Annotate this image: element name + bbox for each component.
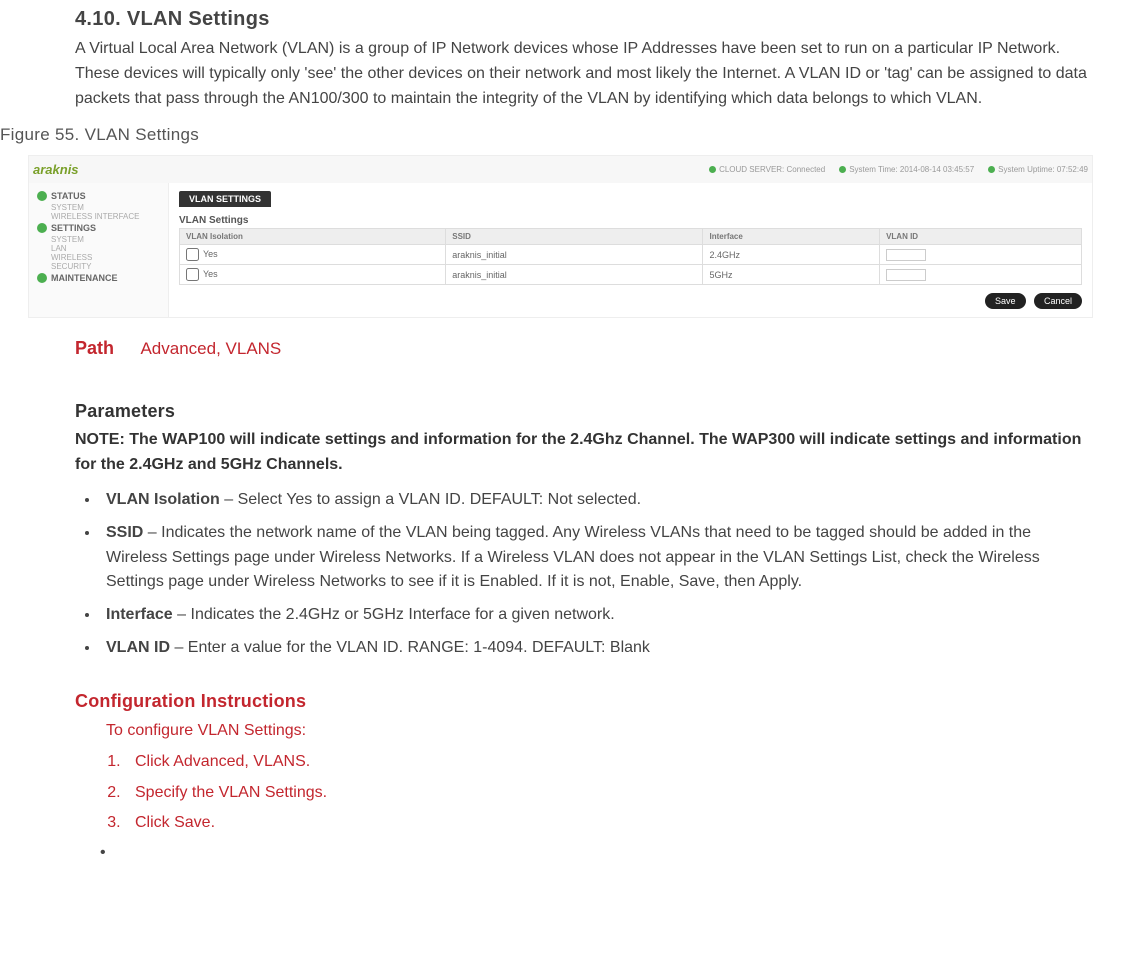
vlan-isolation-checkbox[interactable]	[186, 248, 199, 261]
table-row: Yes araknis_initial 2.4GHz	[180, 245, 1082, 265]
iface-cell: 5GHz	[703, 265, 880, 285]
table-row: Yes araknis_initial 5GHz	[180, 265, 1082, 285]
logo: araknis	[33, 162, 79, 177]
param-desc: – Select Yes to assign a VLAN ID. DEFAUL…	[220, 491, 641, 508]
col-vlan-isolation: VLAN Isolation	[180, 229, 446, 245]
sidebar: STATUS SYSTEM WIRELESS INTERFACE SETTING…	[29, 183, 169, 317]
section-title: 4.10. VLAN Settings	[75, 8, 1121, 31]
ssid-cell: araknis_initial	[446, 265, 703, 285]
sidebar-item-settings[interactable]: SETTINGS	[33, 221, 168, 235]
status-dot-icon	[37, 273, 47, 283]
vlan-table: VLAN Isolation SSID Interface VLAN ID Ye…	[179, 228, 1082, 285]
cloud-status: CLOUD SERVER: Connected	[709, 165, 825, 174]
config-intro: To configure VLAN Settings:	[106, 722, 1121, 740]
figure-caption: Figure 55. VLAN Settings	[0, 125, 1121, 145]
step-item: Specify the VLAN Settings.	[125, 779, 1121, 808]
param-term: Interface	[106, 606, 173, 623]
iso-label: Yes	[203, 269, 218, 279]
list-item: Interface – Indicates the 2.4GHz or 5GHz…	[100, 603, 1093, 628]
save-button[interactable]: Save	[985, 293, 1026, 309]
parameters-heading: Parameters	[75, 401, 1121, 422]
param-term: SSID	[106, 524, 143, 541]
param-desc: – Indicates the network name of the VLAN…	[106, 524, 1040, 591]
system-time: System Time: 2014-08-14 03:45:57	[839, 165, 974, 174]
list-item: VLAN ID – Enter a value for the VLAN ID.…	[100, 636, 1093, 661]
ssid-cell: araknis_initial	[446, 245, 703, 265]
sidebar-subitem[interactable]: SYSTEM	[33, 203, 168, 212]
sidebar-subitem[interactable]: SYSTEM	[33, 235, 168, 244]
param-term: VLAN Isolation	[106, 491, 220, 508]
screenshot-main: VLAN SETTINGS VLAN Settings VLAN Isolati…	[169, 183, 1092, 317]
status-dot-icon	[709, 166, 716, 173]
tab-vlan-settings[interactable]: VLAN SETTINGS	[179, 191, 271, 207]
param-desc: – Indicates the 2.4GHz or 5GHz Interface…	[173, 606, 615, 623]
vlan-id-input[interactable]	[886, 249, 926, 261]
sidebar-subitem[interactable]: LAN	[33, 244, 168, 253]
intro-paragraph: A Virtual Local Area Network (VLAN) is a…	[75, 37, 1093, 111]
iface-cell: 2.4GHz	[703, 245, 880, 265]
list-item: VLAN Isolation – Select Yes to assign a …	[100, 488, 1093, 513]
status-dot-icon	[37, 191, 47, 201]
param-desc: – Enter a value for the VLAN ID. RANGE: …	[170, 639, 650, 656]
system-uptime: System Uptime: 07:52:49	[988, 165, 1088, 174]
list-item: SSID – Indicates the network name of the…	[100, 521, 1093, 595]
vlan-id-input[interactable]	[886, 269, 926, 281]
parameter-list: VLAN Isolation – Select Yes to assign a …	[100, 488, 1093, 661]
sidebar-label: STATUS	[51, 191, 86, 201]
param-term: VLAN ID	[106, 639, 170, 656]
col-interface: Interface	[703, 229, 880, 245]
note-text: NOTE: The WAP100 will indicate settings …	[75, 428, 1093, 478]
steps-list: Click Advanced, VLANS. Specify the VLAN …	[125, 748, 1121, 838]
sidebar-item-maintenance[interactable]: MAINTENANCE	[33, 271, 168, 285]
sidebar-label: SETTINGS	[51, 223, 96, 233]
sidebar-subitem[interactable]: WIRELESS INTERFACE	[33, 212, 168, 221]
uptime-text: System Uptime: 07:52:49	[998, 165, 1088, 174]
step-item: Click Advanced, VLANS.	[125, 748, 1121, 777]
system-time-text: System Time: 2014-08-14 03:45:57	[849, 165, 974, 174]
step-item: Click Save.	[125, 809, 1121, 838]
panel-title: VLAN Settings	[179, 215, 1082, 226]
iso-label: Yes	[203, 249, 218, 259]
vlan-isolation-checkbox[interactable]	[186, 268, 199, 281]
status-dot-icon	[839, 166, 846, 173]
path-line: Path Advanced, VLANS	[75, 338, 1121, 359]
status-dot-icon	[988, 166, 995, 173]
status-dot-icon	[37, 223, 47, 233]
path-label: Path	[75, 338, 114, 358]
screenshot-topbar: araknis CLOUD SERVER: Connected System T…	[29, 156, 1092, 183]
path-value: Advanced, VLANS	[140, 339, 281, 358]
sidebar-subitem[interactable]: WIRELESS	[33, 253, 168, 262]
cloud-status-text: CLOUD SERVER: Connected	[719, 165, 825, 174]
trailing-bullet: •	[100, 844, 1121, 862]
config-heading: Configuration Instructions	[75, 691, 1121, 712]
col-vlan-id: VLAN ID	[880, 229, 1082, 245]
col-ssid: SSID	[446, 229, 703, 245]
sidebar-label: MAINTENANCE	[51, 273, 118, 283]
sidebar-item-status[interactable]: STATUS	[33, 189, 168, 203]
cancel-button[interactable]: Cancel	[1034, 293, 1082, 309]
screenshot-panel: araknis CLOUD SERVER: Connected System T…	[28, 155, 1093, 318]
sidebar-subitem[interactable]: SECURITY	[33, 262, 168, 271]
